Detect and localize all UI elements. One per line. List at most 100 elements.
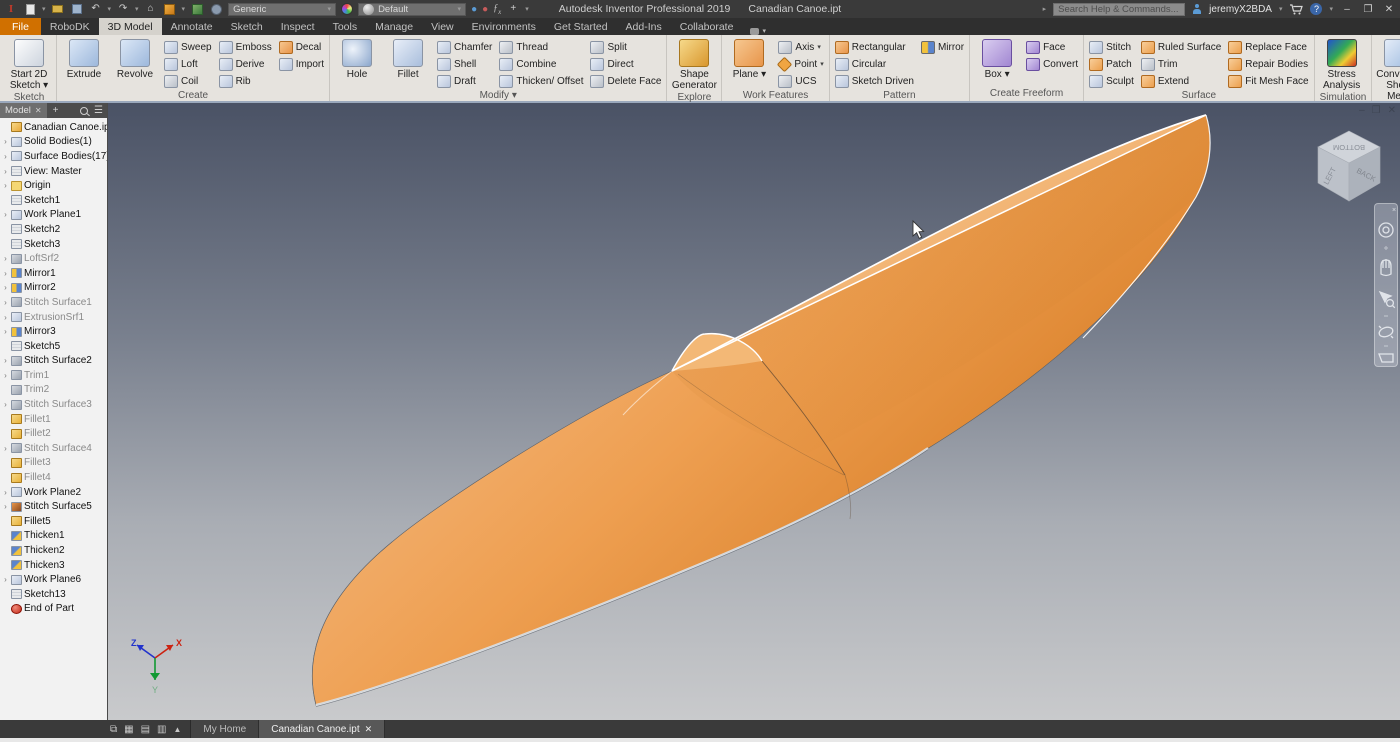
circular-button[interactable]: Circular [833, 56, 916, 72]
minimize-button[interactable]: – [1340, 4, 1354, 15]
ribbon-tab-get-started[interactable]: Get Started [545, 18, 617, 35]
tree-item-thicken3[interactable]: Thicken3 [0, 558, 107, 573]
tree-expander-icon[interactable]: › [2, 356, 9, 365]
tree-expander-icon[interactable]: › [2, 444, 9, 453]
tree-item-solid-bodies-1-[interactable]: ›Solid Bodies(1) [0, 135, 107, 150]
tree-expander-icon[interactable]: › [2, 283, 9, 292]
fit-mesh-face-button[interactable]: Fit Mesh Face [1226, 73, 1310, 89]
direct-button[interactable]: Direct [588, 56, 663, 72]
thicken-button[interactable]: Thicken/ Offset [497, 73, 585, 89]
repair-bodies-button[interactable]: Repair Bodies [1226, 56, 1310, 72]
ribbon-tab-robodk[interactable]: RoboDK [41, 18, 99, 35]
tree-item-fillet3[interactable]: Fillet3 [0, 456, 107, 471]
measure-icon[interactable] [190, 3, 204, 15]
tree-item-origin[interactable]: ›Origin [0, 178, 107, 193]
doc-tab-canadian-canoe-ipt[interactable]: Canadian Canoe.ipt✕ [259, 720, 385, 738]
mirror-button[interactable]: Mirror [919, 39, 966, 55]
replace-face-button[interactable]: Replace Face [1226, 39, 1310, 55]
tree-item-thicken2[interactable]: Thicken2 [0, 543, 107, 558]
tree-expander-icon[interactable]: › [2, 327, 9, 336]
tree-item-fillet1[interactable]: Fillet1 [0, 412, 107, 427]
stress-analysis-button[interactable]: Stress Analysis [1318, 37, 1366, 91]
tree-item-work-plane1[interactable]: ›Work Plane1 [0, 208, 107, 223]
ribbon-tab-tools[interactable]: Tools [324, 18, 367, 35]
chamfer-button[interactable]: Chamfer [435, 39, 494, 55]
thread-button[interactable]: Thread [497, 39, 585, 55]
emboss-button[interactable]: Emboss [217, 39, 274, 55]
ribbon-tab-view[interactable]: View [422, 18, 463, 35]
tree-item-fillet4[interactable]: Fillet4 [0, 470, 107, 485]
update-dropdown-icon[interactable]: ▾ [182, 5, 186, 13]
convert-sheet-metal-button[interactable]: Convert to Sheet Metal [1375, 37, 1400, 102]
tree-expander-icon[interactable]: › [2, 502, 9, 511]
redo-icon[interactable]: ↷ [116, 3, 130, 15]
tree-item-trim2[interactable]: Trim2 [0, 383, 107, 398]
shape-generator-button[interactable]: Shape Generator [670, 37, 718, 91]
tree-item-sketch2[interactable]: Sketch2 [0, 222, 107, 237]
sweep-button[interactable]: Sweep [162, 39, 214, 55]
tree-item-extrusionsrf1[interactable]: ›ExtrusionSrf1 [0, 310, 107, 325]
tree-item-loftsrf2[interactable]: ›LoftSrf2 [0, 251, 107, 266]
ribbon-tab-environments[interactable]: Environments [463, 18, 545, 35]
screencast-icon[interactable]: ▾ [742, 27, 774, 35]
undo-icon[interactable]: ↶ [89, 3, 103, 15]
tree-item-thicken1[interactable]: Thicken1 [0, 529, 107, 544]
tree-item-work-plane6[interactable]: ›Work Plane6 [0, 572, 107, 587]
browser-menu-icon[interactable]: ☰ [94, 107, 103, 115]
patch-button[interactable]: Patch [1087, 56, 1136, 72]
face-button[interactable]: Face [1024, 39, 1080, 55]
ribbon-tab-annotate[interactable]: Annotate [162, 18, 222, 35]
tree-expander-icon[interactable]: › [2, 254, 9, 263]
close-button[interactable]: ✕ [1382, 4, 1396, 15]
draft-button[interactable]: Draft [435, 73, 494, 89]
ruled-surface-button[interactable]: Ruled Surface [1139, 39, 1223, 55]
delete-face-button[interactable]: Delete Face [588, 73, 663, 89]
search-expand-icon[interactable]: ▸ [1043, 5, 1047, 13]
new-file-dropdown-icon[interactable]: ▾ [42, 5, 46, 13]
tree-item-sketch5[interactable]: Sketch5 [0, 339, 107, 354]
axis-button[interactable]: Axis▾ [776, 39, 825, 55]
appearance-select[interactable]: Default▾ [358, 3, 466, 16]
tree-item-fillet2[interactable]: Fillet2 [0, 426, 107, 441]
tree-expander-icon[interactable]: › [2, 400, 9, 409]
ribbon-tab-collaborate[interactable]: Collaborate [671, 18, 743, 35]
combine-button[interactable]: Combine [497, 56, 585, 72]
tree-item-fillet5[interactable]: Fillet5 [0, 514, 107, 529]
tree-expander-icon[interactable]: › [2, 313, 9, 322]
coil-button[interactable]: Coil [162, 73, 214, 89]
tree-expander-icon[interactable]: › [2, 167, 9, 176]
tree-expander-icon[interactable]: › [2, 152, 9, 161]
rib-button[interactable]: Rib [217, 73, 274, 89]
help-icon[interactable]: ? [1310, 3, 1322, 15]
shell-button[interactable]: Shell [435, 56, 494, 72]
ribbon-tab-file[interactable]: File [0, 18, 41, 35]
tree-item-end-of-part[interactable]: End of Part [0, 602, 107, 617]
sculpt-button[interactable]: Sculpt [1087, 73, 1136, 89]
doc-tab-my-home[interactable]: My Home [191, 720, 259, 738]
ribbon-tab-inspect[interactable]: Inspect [272, 18, 324, 35]
ribbon-tab-3d-model[interactable]: 3D Model [99, 18, 162, 35]
open-file-icon[interactable] [51, 3, 65, 15]
point-button[interactable]: Point▾ [776, 56, 825, 72]
decal-button[interactable]: Decal [277, 39, 326, 55]
help-search-input[interactable]: Search Help & Commands... [1053, 3, 1185, 16]
doc-close-icon[interactable]: ✕ [1388, 105, 1396, 116]
tree-item-stitch-surface1[interactable]: ›Stitch Surface1 [0, 295, 107, 310]
add-qat-icon[interactable]: + [506, 3, 520, 15]
extend-button[interactable]: Extend [1139, 73, 1223, 89]
tile-horizontal-icon[interactable]: ▤ [141, 724, 150, 735]
tree-expander-icon[interactable]: › [2, 371, 9, 380]
clear-appearance-icon[interactable]: ● [482, 4, 488, 15]
tree-item-canadian-canoe-ipt[interactable]: Canadian Canoe.ipt [0, 120, 107, 135]
help-dropdown-icon[interactable]: ▾ [1329, 5, 1333, 13]
username[interactable]: jeremyX2BDA [1209, 4, 1272, 15]
browser-tab-close-icon[interactable]: ✕ [35, 106, 42, 115]
sketch-driven-button[interactable]: Sketch Driven [833, 73, 916, 89]
tree-item-surface-bodies-17-[interactable]: ›Surface Bodies(17) [0, 149, 107, 164]
revolve-button[interactable]: Revolve [111, 37, 159, 80]
tree-item-work-plane2[interactable]: ›Work Plane2 [0, 485, 107, 500]
home-icon[interactable]: ⌂ [144, 3, 158, 15]
trim-button[interactable]: Trim [1139, 56, 1223, 72]
tree-item-trim1[interactable]: ›Trim1 [0, 368, 107, 383]
expand-tabs-icon[interactable]: ▲ [174, 725, 182, 734]
